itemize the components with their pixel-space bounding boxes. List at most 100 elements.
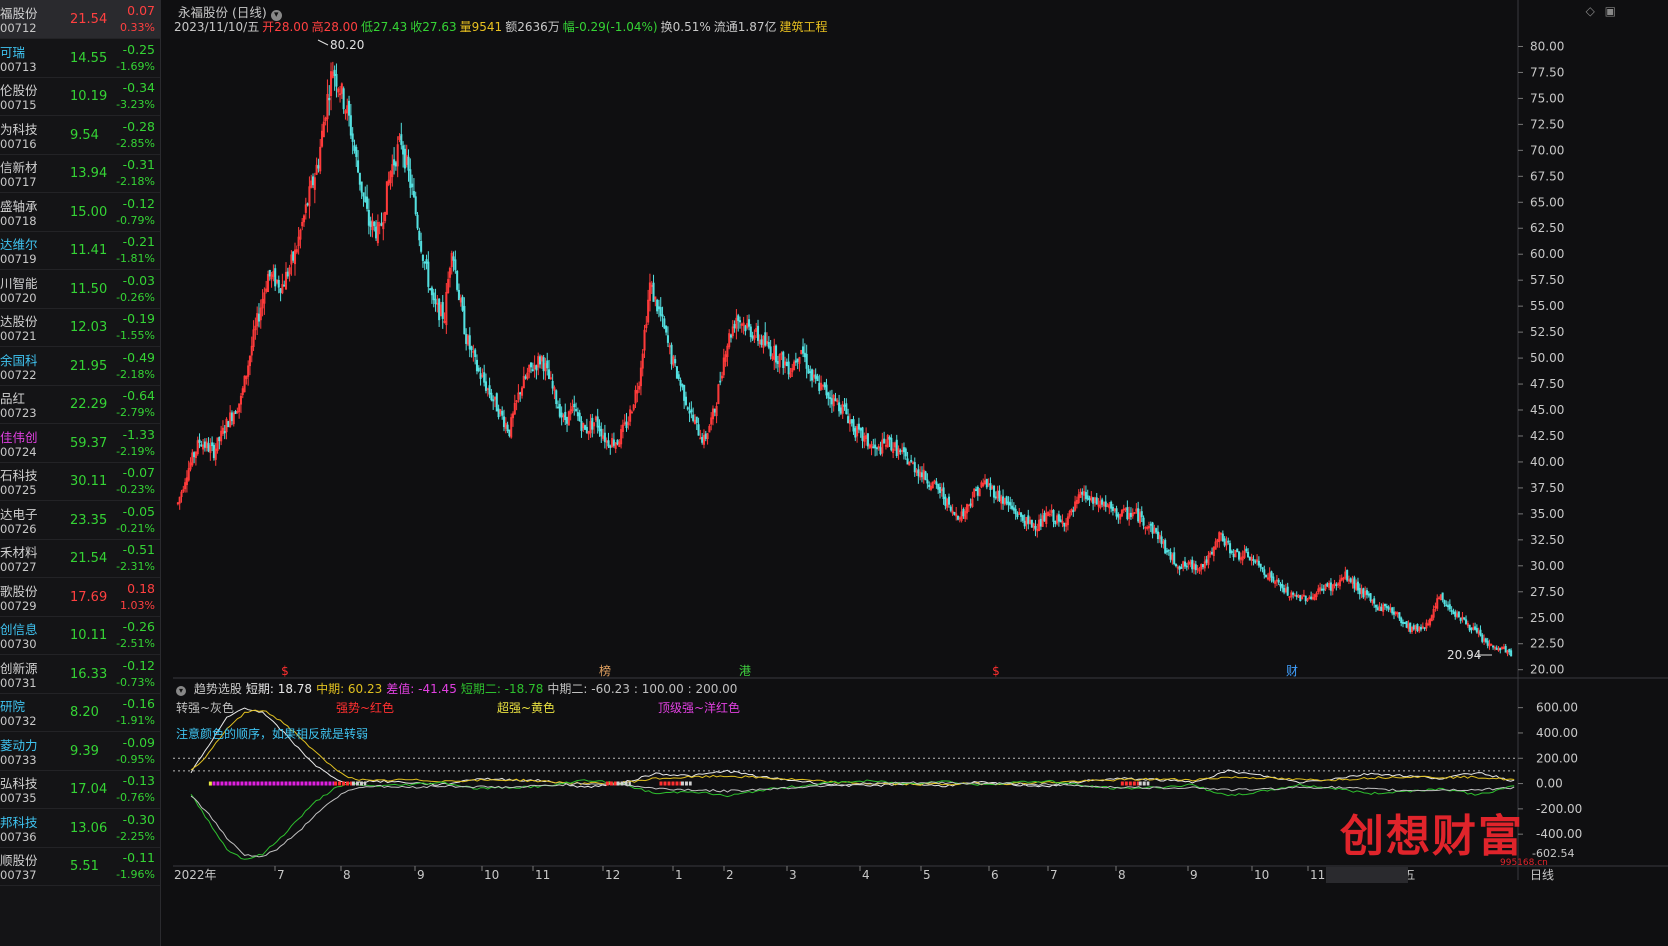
candle-body — [212, 444, 215, 459]
stock-name: 禾材料 — [0, 545, 38, 560]
stock-change-pct: -2.79% — [116, 406, 155, 419]
watchlist-row[interactable]: 福股份 00712 21.54 0.07 0.33% — [0, 0, 160, 39]
candle-body — [432, 292, 435, 301]
watchlist-row[interactable]: 川智能 00720 11.50 -0.03 -0.26% — [0, 270, 160, 309]
candle-body — [223, 430, 226, 434]
candle-body — [234, 411, 237, 415]
stock-code: 00730 — [0, 637, 37, 651]
watchlist-row[interactable]: 伦股份 00715 10.19 -0.34 -3.23% — [0, 77, 160, 116]
watchlist-row[interactable]: 菱动力 00733 9.39 -0.09 -0.95% — [0, 732, 160, 771]
watchlist-row[interactable]: 品红 00723 22.29 -0.64 -2.79% — [0, 385, 160, 424]
candle-body — [535, 365, 538, 371]
candle-body — [1450, 610, 1453, 612]
candle-body — [1111, 506, 1114, 511]
watchlist-row[interactable]: 邦科技 00736 13.06 -0.30 -2.25% — [0, 809, 160, 848]
watchlist-row[interactable]: 佳伟创 00724 59.37 -1.33 -2.19% — [0, 424, 160, 463]
watchlist-row[interactable]: 石科技 00725 30.11 -0.07 -0.23% — [0, 462, 160, 501]
indicator-name[interactable]: 趋势选股 — [194, 682, 242, 696]
watchlist-row[interactable]: 为科技 00716 9.54 -0.28 -2.85% — [0, 116, 160, 155]
candle-body — [1349, 578, 1352, 582]
candle-body — [1169, 551, 1172, 560]
candle-body — [1126, 507, 1129, 520]
stock-code: 00716 — [0, 136, 37, 151]
quote-close: 收27.63 — [410, 20, 457, 34]
candle-body — [1320, 588, 1323, 591]
candle-body — [1191, 559, 1194, 570]
candle-body — [490, 392, 493, 401]
candle-body — [502, 416, 506, 428]
time-label: 3 — [789, 868, 797, 882]
window-icon[interactable]: ▣ — [1605, 4, 1616, 18]
candle-body — [1027, 515, 1030, 524]
candle-body — [850, 419, 853, 424]
time-label: 12 — [605, 868, 620, 882]
candle-body — [1030, 519, 1033, 528]
watchlist-row[interactable]: 可瑞 00713 14.55 -0.25 -1.69% — [0, 39, 160, 78]
watchlist-row[interactable]: 盛轴承 00718 15.00 -0.12 -0.79% — [0, 193, 160, 232]
candle-body — [369, 221, 372, 227]
candle-body — [400, 134, 403, 145]
watchlist-row[interactable]: 歌股份 00729 17.69 0.18 1.03% — [0, 578, 160, 617]
candle-body — [1223, 538, 1226, 546]
stock-change: 0.07 — [127, 3, 155, 18]
candle-body — [1373, 598, 1376, 604]
candle-body — [756, 325, 760, 341]
price-tick-label: 65.00 — [1530, 195, 1564, 209]
price-tick-label: 32.50 — [1530, 533, 1564, 547]
diamond-icon[interactable]: ◇ — [1586, 4, 1595, 18]
quote-float: 流通1.87亿 — [713, 20, 777, 34]
stock-price: 11.50 — [70, 281, 108, 297]
candle-body — [367, 209, 370, 226]
time-label: 9 — [417, 868, 425, 882]
candle-body — [454, 259, 457, 270]
candle-body — [823, 382, 826, 388]
watchlist-row[interactable]: 余国科 00722 21.95 -0.49 -2.18% — [0, 347, 160, 386]
collapse-icon[interactable]: ▾ — [176, 686, 186, 696]
candle-body — [1194, 564, 1197, 571]
watchlist-row[interactable]: 创新源 00731 16.33 -0.12 -0.73% — [0, 655, 160, 694]
quote-sector[interactable]: 建筑工程 — [779, 20, 827, 34]
watchlist-row[interactable]: 达股份 00721 12.03 -0.19 -1.55% — [0, 308, 160, 347]
candle-body — [1092, 497, 1095, 504]
candle-body — [1454, 611, 1457, 617]
watchlist-row[interactable]: 顺股份 00737 5.51 -0.11 -1.96% — [0, 847, 160, 886]
candle-body — [1510, 650, 1513, 657]
candle-body — [268, 269, 271, 277]
candle-body — [935, 481, 938, 485]
candle-body — [598, 425, 601, 432]
price-tick-label: 70.00 — [1530, 143, 1564, 157]
candle-body — [989, 483, 992, 490]
candle-body — [663, 318, 666, 329]
watchlist-row[interactable]: 研院 00732 8.20 -0.16 -1.91% — [0, 693, 160, 732]
candle-body — [348, 100, 351, 116]
candle-body — [1063, 522, 1066, 527]
watchlist-row[interactable]: 达电子 00726 23.35 -0.05 -0.21% — [0, 501, 160, 540]
candle-body — [830, 398, 833, 405]
candle-body — [1155, 528, 1158, 533]
candle-body — [375, 226, 378, 239]
candle-body — [969, 503, 972, 506]
stock-change: -0.16 — [122, 696, 155, 711]
price-tick-label: 42.50 — [1530, 429, 1564, 443]
candle-body — [829, 397, 832, 399]
stock-code: 00718 — [0, 213, 37, 228]
watchlist-row[interactable]: 创信息 00730 10.11 -0.26 -2.51% — [0, 616, 160, 655]
candle-body — [872, 446, 875, 449]
watchlist-row[interactable]: 信新材 00717 13.94 -0.31 -2.18% — [0, 154, 160, 193]
candle-body — [452, 256, 455, 261]
candle-body — [1205, 559, 1208, 563]
candle-body — [1054, 521, 1057, 525]
watchlist-row[interactable]: 禾材料 00727 21.54 -0.51 -2.31% — [0, 539, 160, 578]
stock-name: 邦科技 — [0, 814, 38, 830]
price-tick-label: 20.00 — [1530, 663, 1564, 677]
candle-body — [1504, 646, 1507, 653]
price-tick-label: 22.50 — [1530, 637, 1564, 651]
candle-body — [612, 439, 615, 446]
price-tick-label: 25.00 — [1530, 611, 1564, 625]
watchlist-row[interactable]: 达维尔 00719 11.41 -0.21 -1.81% — [0, 231, 160, 270]
watchlist-row[interactable]: 弘科技 00735 17.04 -0.13 -0.76% — [0, 770, 160, 809]
candle-body — [423, 261, 426, 264]
candle-body — [1011, 505, 1014, 509]
candle-body — [616, 439, 619, 445]
candle-body — [1380, 606, 1383, 611]
